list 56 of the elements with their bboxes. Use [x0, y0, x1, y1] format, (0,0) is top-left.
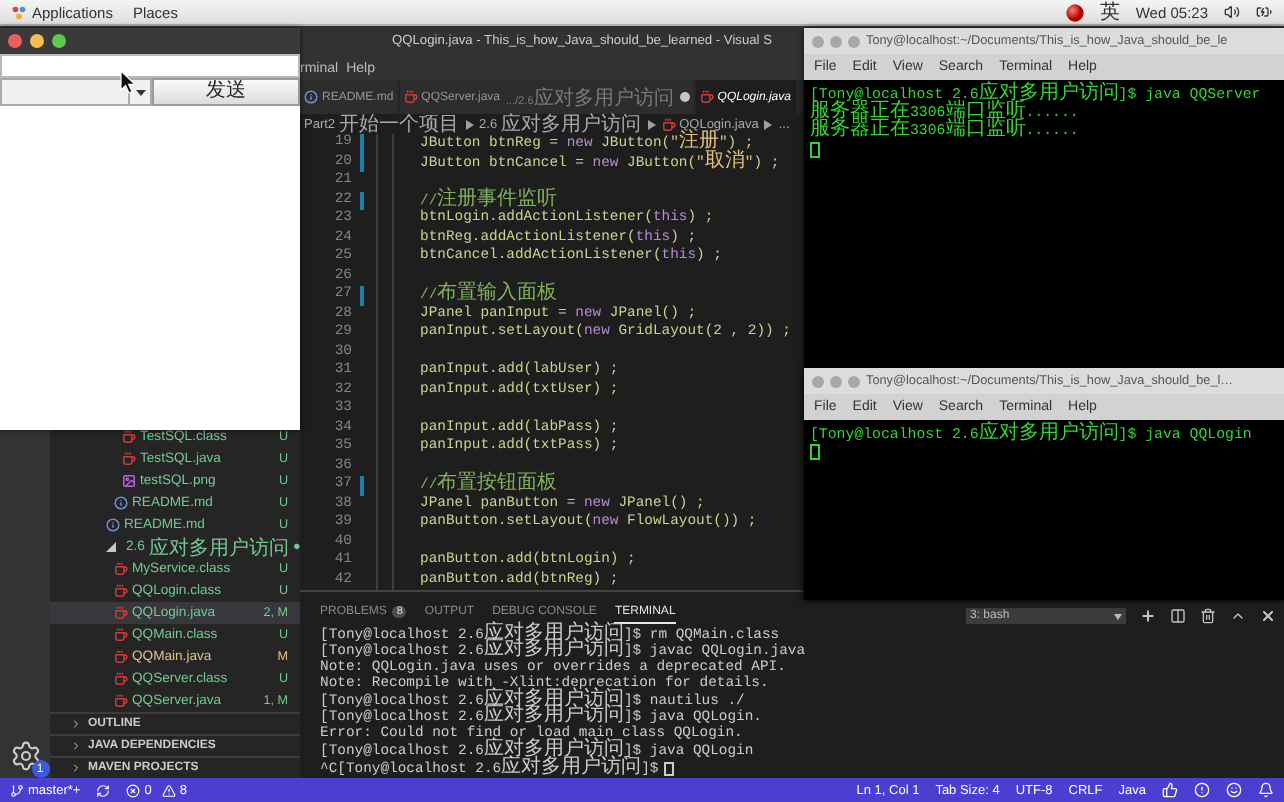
image-icon	[122, 474, 136, 488]
caret-icon	[1114, 613, 1122, 619]
separator-icon	[764, 119, 773, 129]
new-terminal-button[interactable]	[1140, 608, 1156, 624]
split-button[interactable]	[1170, 608, 1186, 624]
send-button[interactable]: 发送	[152, 78, 300, 106]
info-icon	[304, 90, 318, 104]
close-button[interactable]	[1260, 608, 1276, 624]
warning-icon	[161, 783, 176, 797]
error-icon	[126, 783, 141, 797]
caret-icon	[135, 89, 145, 95]
cup-icon	[122, 452, 136, 466]
text-field[interactable]	[0, 54, 300, 78]
text-cursor	[810, 141, 820, 158]
battery-icon[interactable]	[1256, 4, 1272, 20]
cup-icon	[661, 117, 676, 131]
branch-icon	[10, 783, 24, 797]
cup-icon	[114, 606, 128, 620]
cup-icon	[114, 628, 128, 642]
chevron-up-icon	[1230, 608, 1246, 624]
combo-box[interactable]	[0, 78, 152, 106]
cup-icon	[114, 650, 128, 664]
info-icon	[114, 496, 128, 510]
delete-button[interactable]	[1200, 608, 1216, 624]
alert-icon[interactable]	[1194, 782, 1210, 798]
cup-icon	[699, 90, 714, 104]
separator-icon	[465, 119, 474, 129]
input-method-button[interactable]: 英	[1099, 0, 1120, 26]
expand-arrow-icon[interactable]	[106, 541, 118, 553]
text-cursor	[810, 444, 820, 461]
volume-icon[interactable]	[1224, 4, 1240, 20]
cup-icon	[114, 562, 128, 576]
maximize-button[interactable]	[1230, 608, 1246, 624]
plus-icon	[1140, 608, 1156, 624]
separator-icon	[647, 119, 656, 129]
smiley-icon[interactable]	[1226, 782, 1242, 798]
cup-icon	[403, 90, 418, 104]
minimize-button[interactable]	[30, 34, 44, 48]
cup-icon	[114, 694, 128, 708]
sync-icon	[96, 783, 111, 797]
info-icon	[106, 518, 120, 532]
maximize-button[interactable]	[52, 34, 66, 48]
thumbs-up-icon[interactable]	[1162, 782, 1178, 798]
cup-icon	[114, 672, 128, 686]
record-icon[interactable]	[1065, 3, 1084, 21]
settings-icon	[9, 740, 41, 772]
mouse-pointer-icon	[120, 70, 136, 94]
split-icon	[1170, 608, 1186, 624]
apps-icon	[12, 5, 26, 19]
cup-icon	[114, 584, 128, 598]
cup-icon	[122, 430, 136, 444]
trash-icon	[1200, 608, 1216, 624]
sync-button[interactable]	[96, 783, 111, 797]
bell-icon[interactable]	[1258, 782, 1274, 798]
close-icon	[1260, 608, 1276, 624]
text-cursor	[664, 761, 675, 776]
